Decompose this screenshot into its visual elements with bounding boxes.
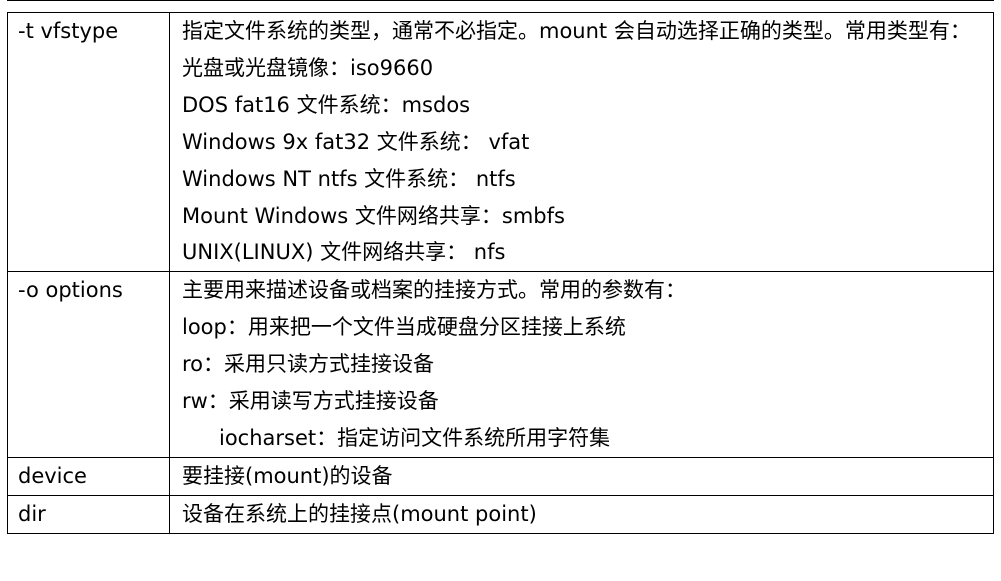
description-line: 主要用来描述设备或档案的挂接方式。常用的参数有： — [182, 278, 686, 303]
option-cell: dir — [7, 494, 170, 534]
description-line: Windows 9x fat32 文件系统： vfat — [182, 129, 530, 154]
description-line: Mount Windows 文件网络共享：smbfs — [182, 203, 565, 228]
option-name: dir — [18, 501, 46, 526]
option-name: device — [18, 463, 87, 488]
description-cell: 指定文件系统的类型，通常不必指定。mount 会自动选择正确的类型。常用类型有：… — [169, 11, 994, 273]
option-cell: -t vfstype — [7, 11, 170, 273]
description-line: Windows NT ntfs 文件系统： ntfs — [182, 166, 516, 191]
description-line: 要挂接(mount)的设备 — [182, 463, 393, 488]
description-cell: 要挂接(mount)的设备 — [169, 456, 994, 496]
table-row-options: -o options 主要用来描述设备或档案的挂接方式。常用的参数有： loop… — [7, 271, 994, 458]
table-row-device: device 要挂接(mount)的设备 — [7, 456, 994, 496]
description-line: UNIX(LINUX) 文件网络共享： nfs — [182, 240, 506, 265]
table-row-dir: dir 设备在系统上的挂接点(mount point) — [7, 494, 994, 534]
description-line: iocharset：指定访问文件系统所用字符集 — [219, 425, 611, 450]
option-cell: device — [7, 456, 170, 496]
description-cell: 设备在系统上的挂接点(mount point) — [169, 494, 994, 534]
description-cell: 主要用来描述设备或档案的挂接方式。常用的参数有： loop：用来把一个文件当成硬… — [169, 271, 994, 458]
option-name: -o options — [18, 278, 123, 303]
description-line: 指定文件系统的类型，通常不必指定。mount 会自动选择正确的类型。常用类型有： — [182, 19, 971, 43]
description-line: loop：用来把一个文件当成硬盘分区挂接上系统 — [182, 315, 626, 340]
table-row-vfstype: -t vfstype 指定文件系统的类型，通常不必指定。mount 会自动选择正… — [7, 11, 994, 273]
mount-options-table: -t vfstype 指定文件系统的类型，通常不必指定。mount 会自动选择正… — [7, 11, 994, 534]
description-line: DOS fat16 文件系统：msdos — [182, 92, 471, 117]
option-name: -t vfstype — [18, 19, 119, 43]
description-line: rw：采用读写方式挂接设备 — [182, 389, 439, 414]
option-cell: -o options — [7, 271, 170, 458]
description-line: 光盘或光盘镜像：iso9660 — [182, 55, 434, 80]
document-page: -t vfstype 指定文件系统的类型，通常不必指定。mount 会自动选择正… — [0, 0, 1001, 581]
top-border-rule — [7, 0, 994, 1]
description-line: ro：采用只读方式挂接设备 — [182, 352, 435, 377]
description-line: 设备在系统上的挂接点(mount point) — [182, 501, 537, 526]
